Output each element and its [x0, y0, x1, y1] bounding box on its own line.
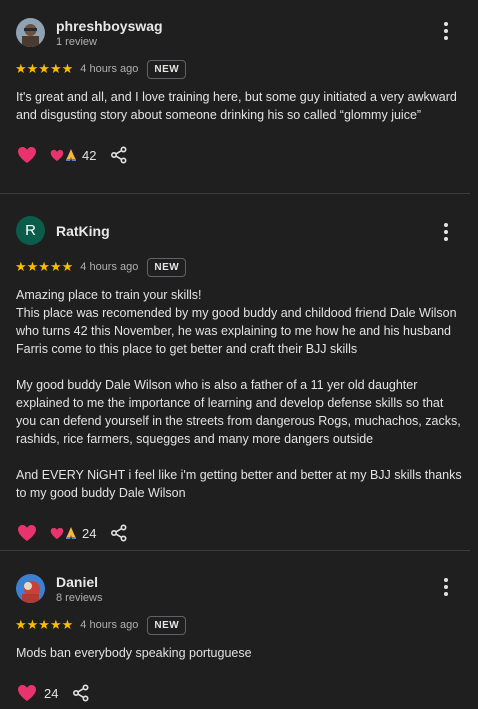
star-rating: ★★★★★ [15, 61, 74, 76]
more-vert-icon [444, 22, 448, 26]
review-paragraph: Mods ban everybody speaking portuguese [16, 646, 252, 660]
like-button[interactable] [16, 522, 38, 544]
review-time: 4 hours ago [80, 63, 139, 75]
more-options-button[interactable] [440, 578, 452, 596]
author-avatar[interactable] [16, 574, 45, 603]
review-divider [0, 193, 470, 194]
review-paragraph: And EVERY NiGHT i feel like i'm getting … [16, 468, 466, 500]
share-icon[interactable] [110, 524, 128, 542]
praying-hands-icon [66, 149, 76, 161]
author-avatar[interactable]: R [16, 216, 45, 245]
praying-hands-icon [66, 527, 76, 539]
share-icon[interactable] [110, 146, 128, 164]
review-time: 4 hours ago [80, 261, 139, 273]
review-actions: 24 [0, 521, 478, 545]
review-header: R RatKing [0, 212, 478, 252]
heart-icon [50, 527, 64, 539]
review-card: Daniel 8 reviews ★★★★★ 4 hours ago NEW M… [0, 570, 478, 705]
more-vert-icon [444, 578, 448, 582]
share-icon[interactable] [72, 684, 90, 702]
new-badge: NEW [147, 615, 187, 635]
review-text: Amazing place to train your skills! This… [16, 286, 462, 502]
heart-icon [18, 685, 36, 701]
review-header: phreshboyswag 1 review [0, 14, 478, 54]
reactions-summary[interactable]: 42 [50, 148, 96, 163]
reaction-count: 24 [44, 685, 59, 701]
like-button[interactable] [16, 144, 38, 166]
review-actions: 42 [0, 143, 478, 167]
more-options-button[interactable] [440, 223, 452, 241]
author-review-count: 1 review [56, 36, 97, 48]
author-avatar[interactable] [16, 18, 45, 47]
review-text: It's great and all, and I love training … [16, 88, 462, 124]
review-time: 4 hours ago [80, 619, 139, 631]
review-card: phreshboyswag 1 review ★★★★★ 4 hours ago… [0, 14, 478, 167]
author-name[interactable]: Daniel [56, 574, 98, 590]
star-rating: ★★★★★ [15, 617, 74, 632]
heart-icon [18, 147, 36, 163]
review-meta: ★★★★★ 4 hours ago NEW [0, 58, 478, 80]
star-rating: ★★★★★ [15, 259, 74, 274]
review-text: Mods ban everybody speaking portuguese [16, 644, 462, 662]
new-badge: NEW [147, 257, 187, 277]
reaction-count: 24 [82, 525, 97, 541]
heart-icon [18, 525, 36, 541]
review-meta: ★★★★★ 4 hours ago NEW [0, 256, 478, 278]
review-divider [0, 550, 470, 551]
review-paragraph: Amazing place to train your skills! This… [16, 288, 457, 356]
more-options-button[interactable] [440, 22, 452, 40]
photo-avatar-icon [16, 574, 45, 603]
review-paragraph: My good buddy Dale Wilson who is also a … [16, 378, 465, 446]
like-button[interactable] [16, 682, 38, 704]
more-vert-icon [444, 223, 448, 227]
review-meta: ★★★★★ 4 hours ago NEW [0, 614, 478, 636]
review-actions: 24 [0, 681, 478, 705]
reactions-summary[interactable]: 24 [50, 526, 96, 541]
author-name[interactable]: RatKing [56, 223, 110, 239]
new-badge: NEW [147, 59, 187, 79]
heart-icon [50, 149, 64, 161]
photo-avatar-icon [16, 18, 45, 47]
author-review-count: 8 reviews [56, 592, 103, 604]
reaction-count: 42 [82, 147, 97, 163]
review-card: R RatKing ★★★★★ 4 hours ago NEW Amazing … [0, 212, 478, 545]
review-paragraph: It's great and all, and I love training … [16, 90, 461, 122]
review-header: Daniel 8 reviews [0, 570, 478, 610]
author-name[interactable]: phreshboyswag [56, 18, 163, 34]
